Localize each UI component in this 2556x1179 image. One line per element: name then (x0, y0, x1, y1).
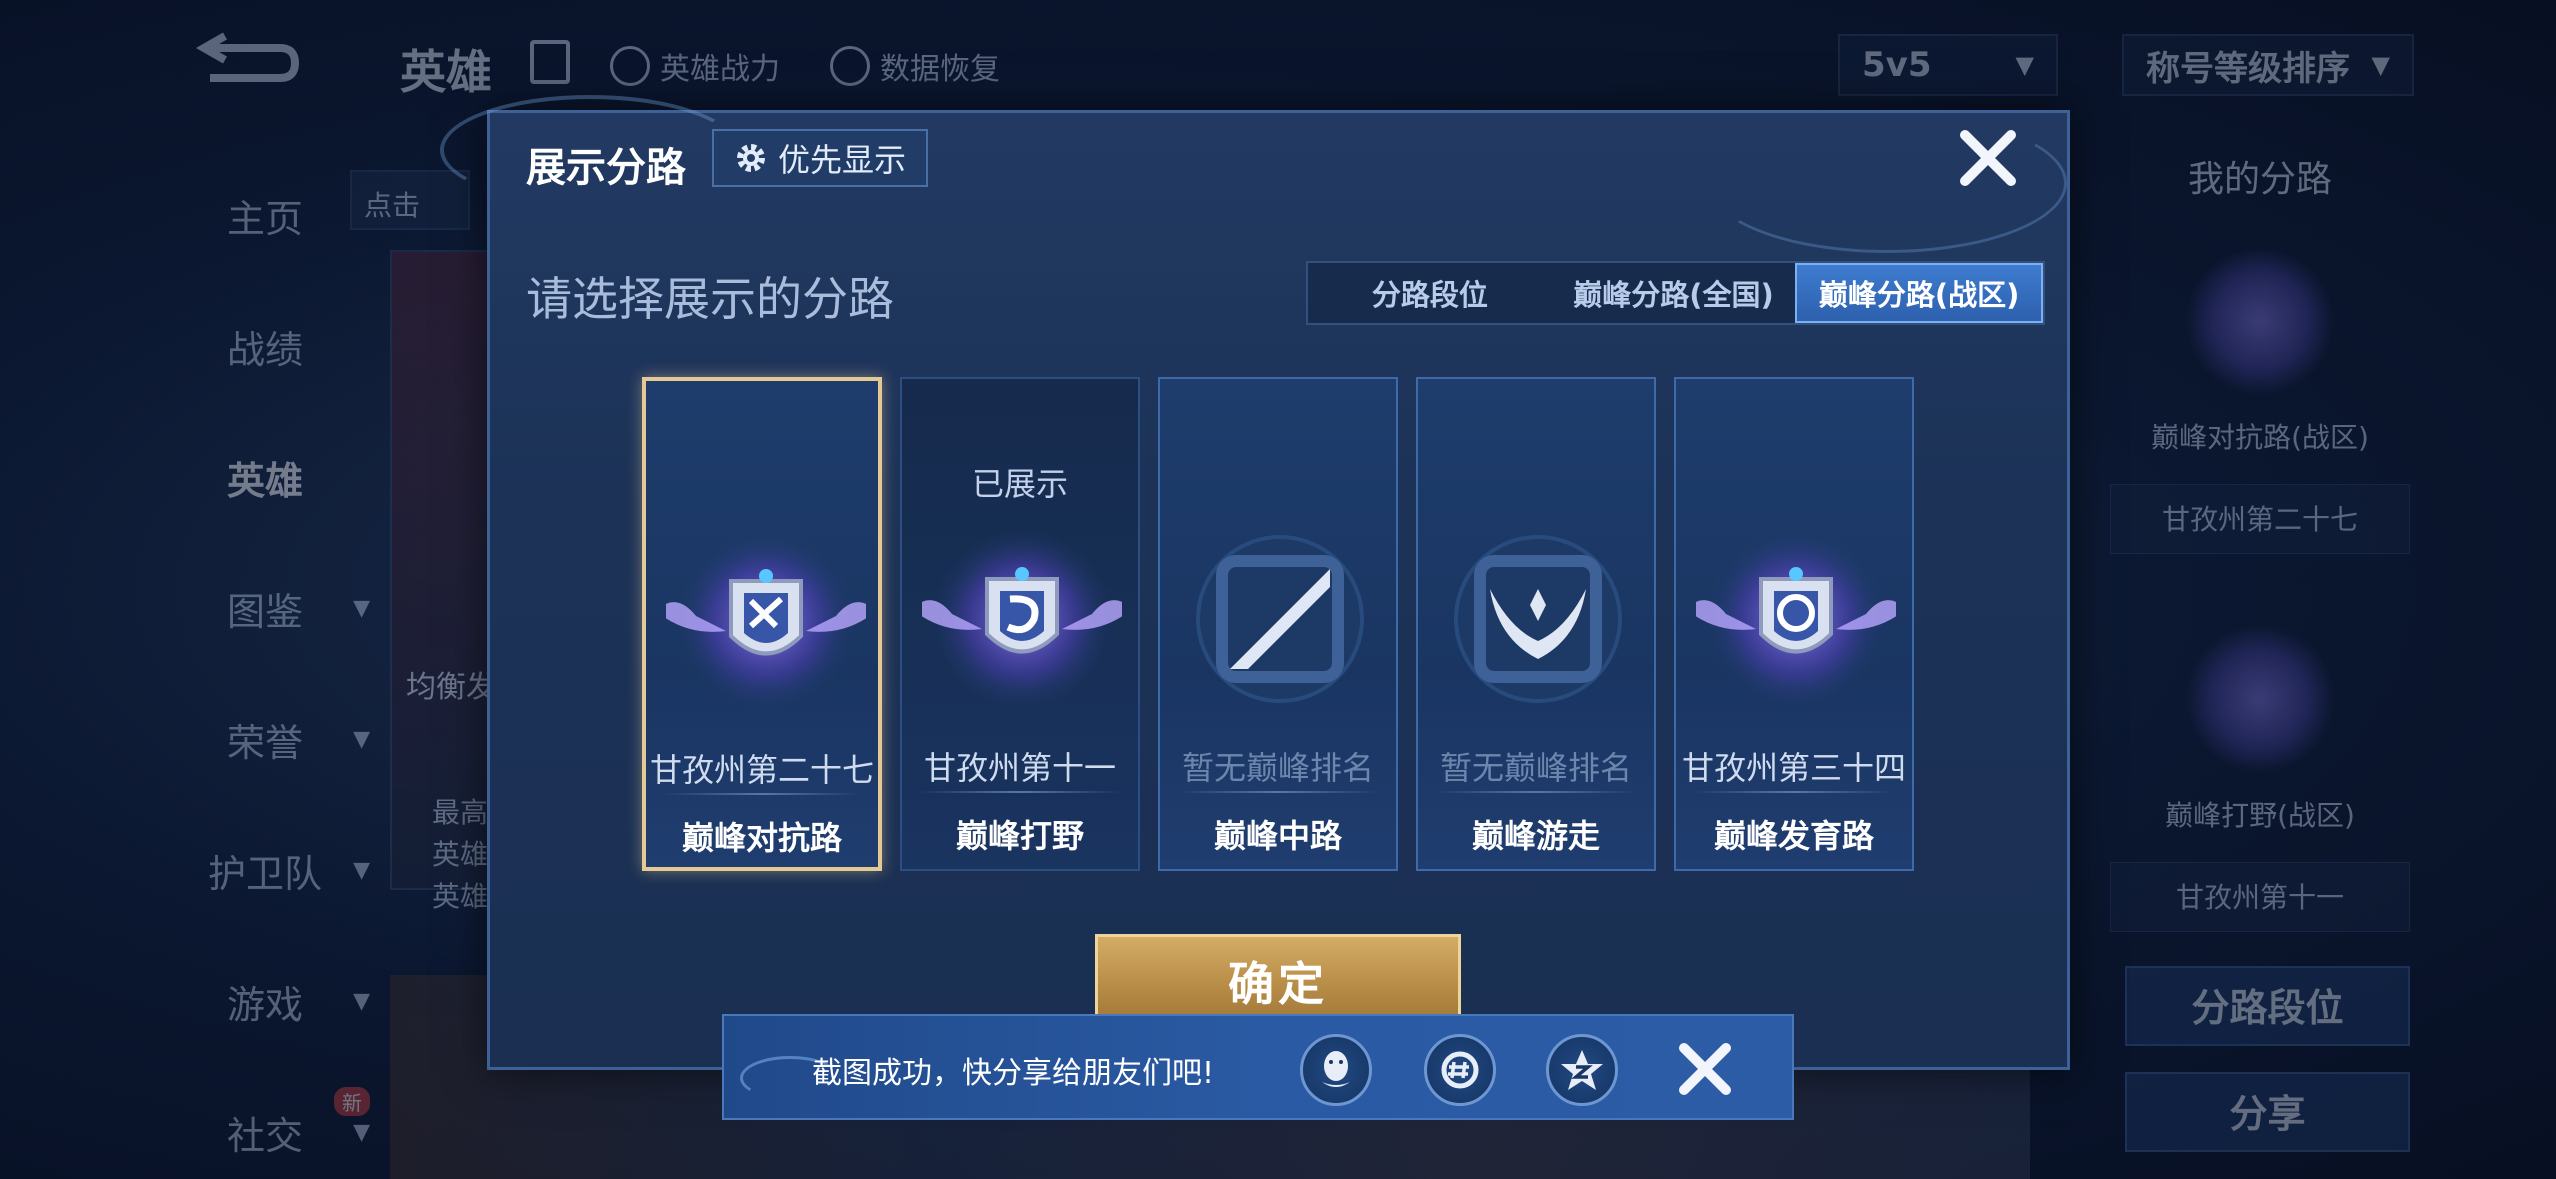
nav-item-honor[interactable]: 荣誉 ▼ (150, 674, 380, 805)
lane-card-bot[interactable]: 甘孜州第三十四 巅峰发育路 (1674, 377, 1914, 871)
chevron-down-icon: ▼ (353, 727, 370, 752)
lane-card-roam[interactable]: 暂无巅峰排名 巅峰游走 (1416, 377, 1656, 871)
chevron-down-icon: ▼ (353, 1120, 370, 1145)
toast-message: 截图成功，快分享给朋友们吧! (812, 1056, 1215, 1091)
priority-display-button[interactable]: 优先显示 (712, 129, 929, 187)
qq-icon[interactable] (1300, 1034, 1372, 1106)
lane-name: 巅峰中路 (1213, 817, 1342, 855)
section-label: 请选择展示的分路 (526, 272, 894, 326)
shown-label: 已展示 (971, 465, 1068, 503)
nav-item-home[interactable]: 主页 (150, 150, 380, 281)
bot-lane-emblem-icon (1696, 529, 1896, 709)
jungle-emblem-icon (2185, 624, 2335, 774)
modal-title: 展示分路 (526, 145, 686, 191)
tab-lane-rank[interactable]: 分路段位 (1308, 263, 1552, 323)
nav-item-guard[interactable]: 护卫队 ▼ (150, 805, 380, 936)
lane-rank-text: 甘孜州第三十四 (1681, 749, 1906, 787)
nav-item-codex[interactable]: 图鉴 ▼ (150, 543, 380, 674)
top-lane-emblem-icon (666, 531, 866, 711)
top-lane-emblem-icon (2185, 246, 2335, 396)
mid-lane-icon (1196, 535, 1364, 703)
tab-peak-national[interactable]: 巅峰分路(全国) (1552, 263, 1796, 323)
page-title: 英雄 (400, 45, 492, 99)
lane-rank-text: 暂无巅峰排名 (1439, 749, 1632, 787)
chevron-down-icon: ▼ (353, 858, 370, 883)
sort-dropdown[interactable]: 称号等级排序 ▼ (2122, 34, 2414, 96)
lane-rank-text: 甘孜州第十一 (923, 749, 1116, 787)
lane-type-tabs: 分路段位 巅峰分路(全国) 巅峰分路(战区) (1306, 261, 2045, 325)
lane-rank-text: 甘孜州第二十七 (649, 751, 874, 789)
tab-peak-region[interactable]: 巅峰分路(战区) (1795, 263, 2044, 323)
divider (1694, 791, 1894, 793)
chevron-down-icon: ▼ (2015, 51, 2034, 79)
nav-item-records[interactable]: 战绩 (150, 281, 380, 412)
jungle-emblem-icon (922, 529, 1122, 709)
nav-item-games[interactable]: 游戏 ▼ (150, 936, 380, 1067)
chevron-down-icon: ▼ (2371, 51, 2390, 79)
helmet-icon (610, 46, 650, 86)
lane-name: 巅峰打野 (955, 817, 1084, 855)
hero-stats: 最高 英雄 英雄 (432, 796, 489, 913)
my-lanes-panel: 我的分路 巅峰对抗路(战区) 甘孜州第二十七 巅峰打野(战区) 甘孜州第十一 (2110, 150, 2410, 932)
new-badge: 新 (334, 1087, 370, 1116)
lane-card-jungle[interactable]: 已展示 甘孜州第十一 巅峰打野 (900, 377, 1140, 871)
close-icon[interactable] (1957, 127, 2019, 189)
screenshot-toast: 截图成功，快分享给朋友们吧! (722, 1014, 1794, 1120)
roam-icon (1454, 535, 1622, 703)
mode-dropdown[interactable]: 5v5 ▼ (1838, 34, 2058, 96)
nav-item-heroes[interactable]: 英雄 (150, 412, 380, 543)
divider (664, 793, 860, 795)
lane-name: 巅峰对抗路 (681, 819, 842, 857)
divider (1436, 791, 1636, 793)
data-restore-link[interactable]: 数据恢复 (830, 44, 1000, 88)
wechat-moments-icon[interactable] (1424, 1034, 1496, 1106)
display-lane-modal: 展示分路 优先显示 请选择展示的分路 分路段位 巅峰分路(全国) 巅峰分路(战区… (440, 95, 2070, 1070)
lane-card-list: 甘孜州第二十七 巅峰对抗路 已展示 甘孜州第十一 巅峰打野 暂无巅峰排名 巅峰中… (642, 377, 1922, 871)
lane-name: 巅峰游走 (1471, 817, 1600, 855)
gear-icon (737, 144, 765, 172)
hero-power-link[interactable]: 英雄战力 (610, 44, 780, 88)
side-nav: 主页 战绩 英雄 图鉴 ▼ 荣誉 ▼ 护卫队 ▼ 游戏 ▼ 社交新 ▼ (150, 150, 380, 1179)
lane-name: 巅峰发育路 (1713, 817, 1874, 855)
hero-tag: 均衡发 (406, 670, 496, 705)
lane-rank-button[interactable]: 分路段位 (2125, 966, 2410, 1046)
my-lanes-title: 我的分路 (2187, 159, 2332, 200)
close-icon[interactable] (1674, 1038, 1736, 1100)
qzone-icon[interactable] (1546, 1034, 1618, 1106)
back-arrow-icon[interactable] (190, 28, 300, 98)
nav-item-social[interactable]: 社交新 ▼ (150, 1067, 380, 1179)
restore-icon (830, 46, 870, 86)
lane-rank-text: 暂无巅峰排名 (1181, 749, 1374, 787)
list-icon[interactable] (530, 40, 570, 84)
divider (920, 791, 1120, 793)
hint-box[interactable]: 点击 (350, 170, 470, 230)
chevron-down-icon: ▼ (353, 989, 370, 1014)
lane-card-mid[interactable]: 暂无巅峰排名 巅峰中路 (1158, 377, 1398, 871)
divider (1178, 791, 1378, 793)
share-button[interactable]: 分享 (2125, 1072, 2410, 1152)
chevron-down-icon: ▼ (353, 596, 370, 621)
lane-card-top[interactable]: 甘孜州第二十七 巅峰对抗路 (642, 377, 882, 871)
